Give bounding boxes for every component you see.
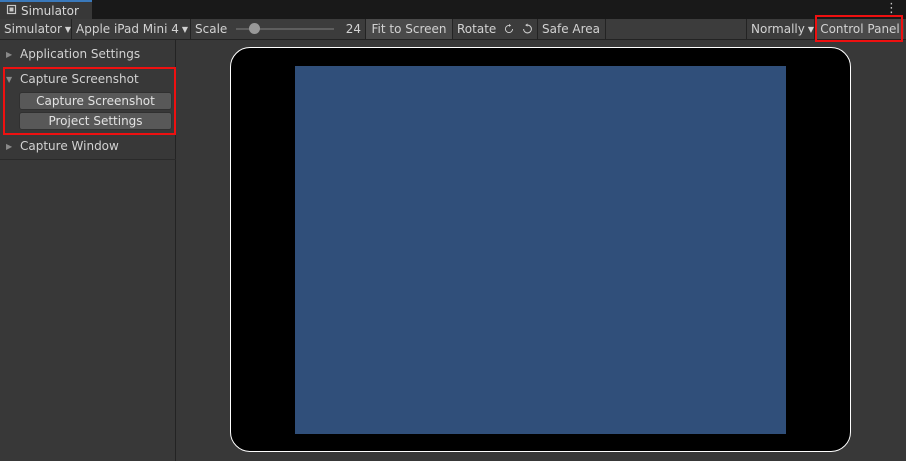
fit-to-screen-button[interactable]: Fit to Screen	[366, 19, 453, 39]
foldout-capture-window[interactable]: ▶ Capture Window	[6, 137, 119, 155]
simulator-icon	[6, 4, 17, 18]
device-dropdown[interactable]: Apple iPad Mini 4 ▼	[72, 19, 191, 39]
sidebar-divider	[0, 159, 176, 160]
normally-dropdown[interactable]: Normally ▼	[746, 19, 815, 39]
simulator-toolbar: Simulator ▼ Apple iPad Mini 4 ▼ Scale 24…	[0, 19, 906, 40]
mode-dropdown-label: Simulator	[4, 22, 62, 36]
foldout-label: Application Settings	[20, 47, 141, 61]
chevron-right-icon: ▶	[6, 141, 13, 151]
chevron-down-icon: ▼	[64, 24, 72, 34]
mode-dropdown[interactable]: Simulator ▼	[0, 19, 72, 39]
fit-to-screen-label: Fit to Screen	[371, 22, 447, 36]
rotate-label: Rotate	[453, 19, 501, 39]
scale-value: 24	[338, 19, 366, 39]
chevron-down-icon: ▼	[807, 24, 815, 34]
safe-area-label: Safe Area	[542, 22, 601, 36]
window-tab-bar: Simulator ⋮	[0, 0, 906, 19]
rotate-right-icon[interactable]	[518, 19, 538, 39]
rotate-left-icon[interactable]	[500, 19, 518, 39]
foldout-application-settings[interactable]: ▶ Application Settings	[6, 45, 140, 63]
scale-label: Scale	[191, 19, 231, 39]
scale-value-text: 24	[345, 22, 361, 36]
scale-label-text: Scale	[195, 22, 228, 36]
normally-dropdown-label: Normally	[751, 22, 805, 36]
foldout-label: Capture Window	[20, 139, 119, 153]
safe-area-toggle[interactable]: Safe Area	[538, 19, 606, 39]
chevron-right-icon: ▶	[6, 49, 13, 59]
device-dropdown-label: Apple iPad Mini 4	[76, 22, 179, 36]
scale-slider-thumb[interactable]	[249, 23, 260, 34]
simulator-tab[interactable]: Simulator	[0, 0, 92, 19]
simulator-tab-label: Simulator	[21, 3, 79, 18]
chevron-down-icon: ▼	[181, 24, 189, 34]
rotate-label-text: Rotate	[457, 22, 497, 36]
more-options-icon[interactable]: ⋮	[885, 2, 898, 16]
highlight-control-panel-button	[815, 15, 903, 42]
highlight-capture-screenshot-section	[3, 67, 176, 135]
device-screen[interactable]	[295, 66, 786, 434]
